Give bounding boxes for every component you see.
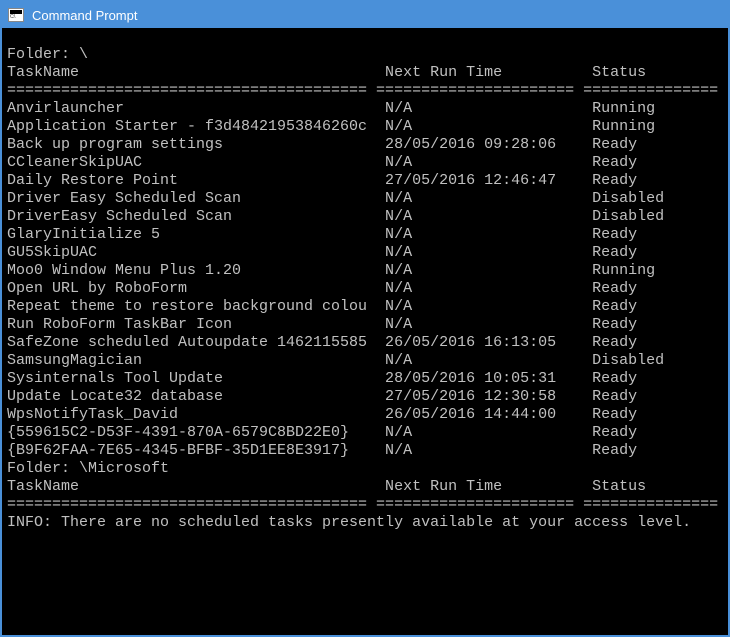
task-row: Sysinternals Tool Update 28/05/2016 10:0…: [7, 370, 723, 388]
terminal-output[interactable]: Folder: \TaskName Next Run Time Status =…: [2, 28, 728, 635]
header-line: TaskName Next Run Time Status: [7, 478, 723, 496]
task-row: SamsungMagician N/A Disabled: [7, 352, 723, 370]
task-row: GU5SkipUAC N/A Ready: [7, 244, 723, 262]
task-row: {B9F62FAA-7E65-4345-BFBF-35D1EE8E3917} N…: [7, 442, 723, 460]
task-row: Daily Restore Point 27/05/2016 12:46:47 …: [7, 172, 723, 190]
folder-line: Folder: \Microsoft: [7, 460, 723, 478]
cmd-icon: [8, 8, 24, 22]
task-row: SafeZone scheduled Autoupdate 1462115585…: [7, 334, 723, 352]
info-line: INFO: There are no scheduled tasks prese…: [7, 514, 723, 532]
separator-line: ========================================…: [7, 496, 723, 514]
window-frame: Command Prompt Folder: \TaskName Next Ru…: [0, 0, 730, 637]
separator-line: ========================================…: [7, 82, 723, 100]
task-row: Run RoboForm TaskBar Icon N/A Ready: [7, 316, 723, 334]
task-row: Moo0 Window Menu Plus 1.20 N/A Running: [7, 262, 723, 280]
window-title: Command Prompt: [32, 8, 137, 23]
task-row: Driver Easy Scheduled Scan N/A Disabled: [7, 190, 723, 208]
task-row: Anvirlauncher N/A Running: [7, 100, 723, 118]
task-row: DriverEasy Scheduled Scan N/A Disabled: [7, 208, 723, 226]
task-row: Back up program settings 28/05/2016 09:2…: [7, 136, 723, 154]
task-row: Repeat theme to restore background colou…: [7, 298, 723, 316]
header-line: TaskName Next Run Time Status: [7, 64, 723, 82]
task-row: WpsNotifyTask_David 26/05/2016 14:44:00 …: [7, 406, 723, 424]
task-row: Open URL by RoboForm N/A Ready: [7, 280, 723, 298]
task-row: GlaryInitialize 5 N/A Ready: [7, 226, 723, 244]
task-row: {559615C2-D53F-4391-870A-6579C8BD22E0} N…: [7, 424, 723, 442]
task-row: CCleanerSkipUAC N/A Ready: [7, 154, 723, 172]
task-row: Update Locate32 database 27/05/2016 12:3…: [7, 388, 723, 406]
folder-line: Folder: \: [7, 46, 723, 64]
task-row: Application Starter - f3d48421953846260c…: [7, 118, 723, 136]
titlebar[interactable]: Command Prompt: [2, 2, 728, 28]
